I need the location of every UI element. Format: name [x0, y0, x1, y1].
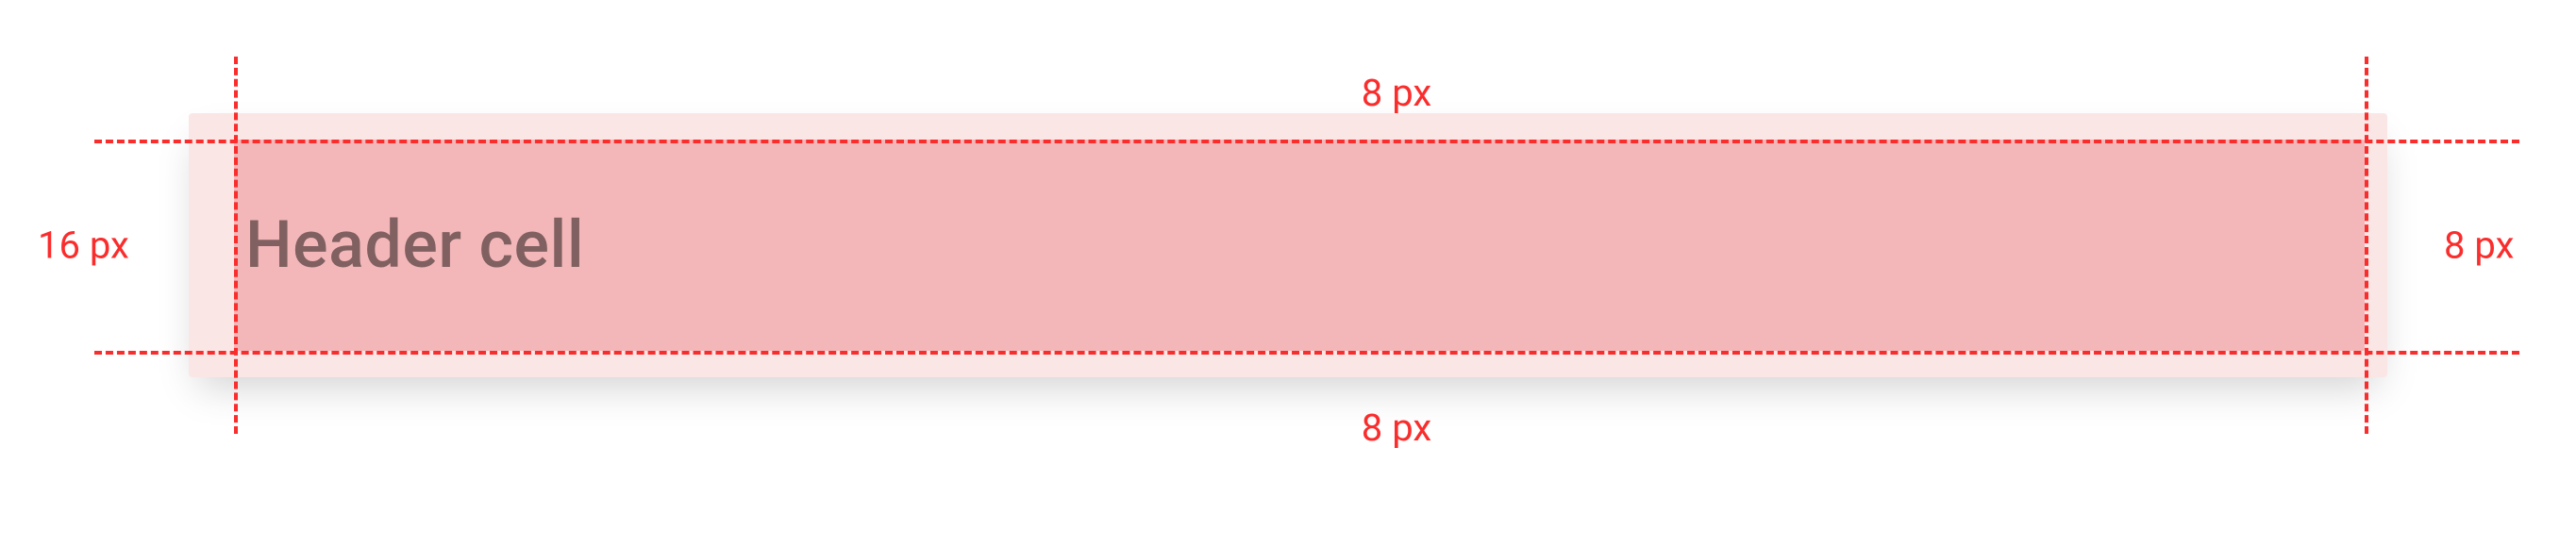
guide-bottom	[94, 351, 2519, 355]
guide-left	[234, 57, 238, 434]
header-cell-inner: Header cell	[234, 140, 2365, 351]
header-cell-label: Header cell	[234, 207, 584, 284]
header-cell-outer: Header cell	[189, 113, 2387, 377]
padding-right-callout: 8 px	[2444, 224, 2514, 268]
guide-right	[2365, 57, 2368, 434]
spec-stage: Header cell 8 px 8 px 16 px 8 px	[0, 0, 2576, 547]
guide-top	[94, 140, 2519, 143]
padding-bottom-callout: 8 px	[1362, 406, 1431, 450]
padding-left-callout: 16 px	[38, 224, 129, 268]
padding-top-callout: 8 px	[1362, 71, 1431, 115]
